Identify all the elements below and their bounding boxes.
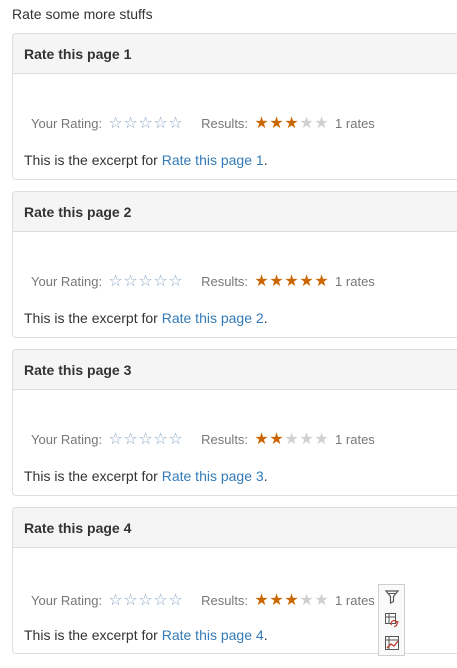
filled-star-icon: ★ (254, 431, 269, 448)
table-refresh-icon[interactable] (382, 610, 402, 630)
rating-star-icon[interactable]: ☆ (153, 116, 168, 132)
filled-star-icon: ★ (284, 115, 299, 132)
filled-star-icon: ★ (284, 592, 299, 609)
result-stars: ★ ★ ★ ★ ★ (254, 274, 329, 290)
rating-star-icon[interactable]: ☆ (168, 432, 183, 448)
rating-row: Your Rating: ☆ ☆ ☆ ☆ ☆ Results: ★ ★ ★ ★ ★ 1 rate… (31, 115, 375, 133)
filter-icon[interactable] (382, 587, 402, 607)
your-rating-label: Your Rating: (31, 274, 103, 289)
card-title: Rate this page 4 (13, 508, 457, 548)
rating-card: Rate this page 3 Your Rating: ☆ ☆ ☆ ☆ ☆ Resu… (12, 349, 457, 496)
rate-count: 1 rates (335, 593, 375, 608)
rating-star-icon[interactable]: ☆ (123, 116, 138, 132)
your-rating-label: Your Rating: (31, 593, 103, 608)
filled-star-icon: ★ (269, 592, 284, 609)
rate-count: 1 rates (335, 116, 375, 131)
empty-star-icon: ★ (314, 592, 329, 609)
rating-star-icon[interactable]: ☆ (123, 593, 138, 609)
rating-card: Rate this page 2 Your Rating: ☆ ☆ ☆ ☆ ☆ Resu… (12, 191, 457, 338)
page-title: Rate some more stuffs (12, 6, 153, 22)
result-stars: ★ ★ ★ ★ ★ (254, 593, 329, 609)
empty-star-icon: ★ (299, 115, 314, 132)
empty-star-icon: ★ (284, 431, 299, 448)
your-rating-stars[interactable]: ☆ ☆ ☆ ☆ ☆ (108, 432, 183, 448)
empty-star-icon: ★ (299, 431, 314, 448)
rating-row: Your Rating: ☆ ☆ ☆ ☆ ☆ Results: ★ ★ ★ ★ ★ 1 rate… (31, 273, 375, 291)
rating-star-icon[interactable]: ☆ (138, 116, 153, 132)
excerpt-link[interactable]: Rate this page 2 (162, 310, 264, 326)
your-rating-stars[interactable]: ☆ ☆ ☆ ☆ ☆ (108, 116, 183, 132)
rating-star-icon[interactable]: ☆ (108, 432, 123, 448)
rating-card: Rate this page 1 Your Rating: ☆ ☆ ☆ ☆ ☆ Resu… (12, 33, 457, 180)
empty-star-icon: ★ (299, 592, 314, 609)
floating-toolbar (378, 584, 405, 656)
excerpt-link[interactable]: Rate this page 1 (162, 152, 264, 168)
rating-star-icon[interactable]: ☆ (153, 593, 168, 609)
result-stars: ★ ★ ★ ★ ★ (254, 432, 329, 448)
card-title: Rate this page 2 (13, 192, 457, 232)
chart-icon[interactable] (382, 633, 402, 653)
result-stars: ★ ★ ★ ★ ★ (254, 116, 329, 132)
filled-star-icon: ★ (269, 273, 284, 290)
rating-star-icon[interactable]: ☆ (168, 116, 183, 132)
filled-star-icon: ★ (284, 273, 299, 290)
rating-star-icon[interactable]: ☆ (108, 593, 123, 609)
results-label: Results: (201, 274, 249, 289)
excerpt: This is the excerpt for Rate this page 4… (24, 627, 268, 643)
excerpt-link[interactable]: Rate this page 3 (162, 468, 264, 484)
rating-star-icon[interactable]: ☆ (168, 593, 183, 609)
rating-star-icon[interactable]: ☆ (138, 432, 153, 448)
your-rating-label: Your Rating: (31, 116, 103, 131)
excerpt: This is the excerpt for Rate this page 2… (24, 310, 268, 326)
filled-star-icon: ★ (254, 273, 269, 290)
rating-star-icon[interactable]: ☆ (108, 116, 123, 132)
card-title: Rate this page 1 (13, 34, 457, 74)
your-rating-label: Your Rating: (31, 432, 103, 447)
rating-row: Your Rating: ☆ ☆ ☆ ☆ ☆ Results: ★ ★ ★ ★ ★ 1 rate… (31, 431, 375, 449)
results-label: Results: (201, 116, 249, 131)
excerpt: This is the excerpt for Rate this page 3… (24, 468, 268, 484)
rating-star-icon[interactable]: ☆ (153, 432, 168, 448)
rating-star-icon[interactable]: ☆ (138, 274, 153, 290)
excerpt-link[interactable]: Rate this page 4 (162, 627, 264, 643)
excerpt: This is the excerpt for Rate this page 1… (24, 152, 268, 168)
rating-star-icon[interactable]: ☆ (108, 274, 123, 290)
rating-star-icon[interactable]: ☆ (138, 593, 153, 609)
results-label: Results: (201, 432, 249, 447)
rating-star-icon[interactable]: ☆ (168, 274, 183, 290)
filled-star-icon: ★ (254, 592, 269, 609)
filled-star-icon: ★ (269, 431, 284, 448)
filled-star-icon: ★ (314, 273, 329, 290)
rating-star-icon[interactable]: ☆ (123, 432, 138, 448)
your-rating-stars[interactable]: ☆ ☆ ☆ ☆ ☆ (108, 274, 183, 290)
your-rating-stars[interactable]: ☆ ☆ ☆ ☆ ☆ (108, 593, 183, 609)
rate-count: 1 rates (335, 274, 375, 289)
card-title: Rate this page 3 (13, 350, 457, 390)
results-label: Results: (201, 593, 249, 608)
empty-star-icon: ★ (314, 115, 329, 132)
rating-star-icon[interactable]: ☆ (123, 274, 138, 290)
filled-star-icon: ★ (269, 115, 284, 132)
rating-star-icon[interactable]: ☆ (153, 274, 168, 290)
filled-star-icon: ★ (254, 115, 269, 132)
rating-row: Your Rating: ☆ ☆ ☆ ☆ ☆ Results: ★ ★ ★ ★ ★ 1 rate… (31, 592, 375, 610)
rate-count: 1 rates (335, 432, 375, 447)
filled-star-icon: ★ (299, 273, 314, 290)
empty-star-icon: ★ (314, 431, 329, 448)
